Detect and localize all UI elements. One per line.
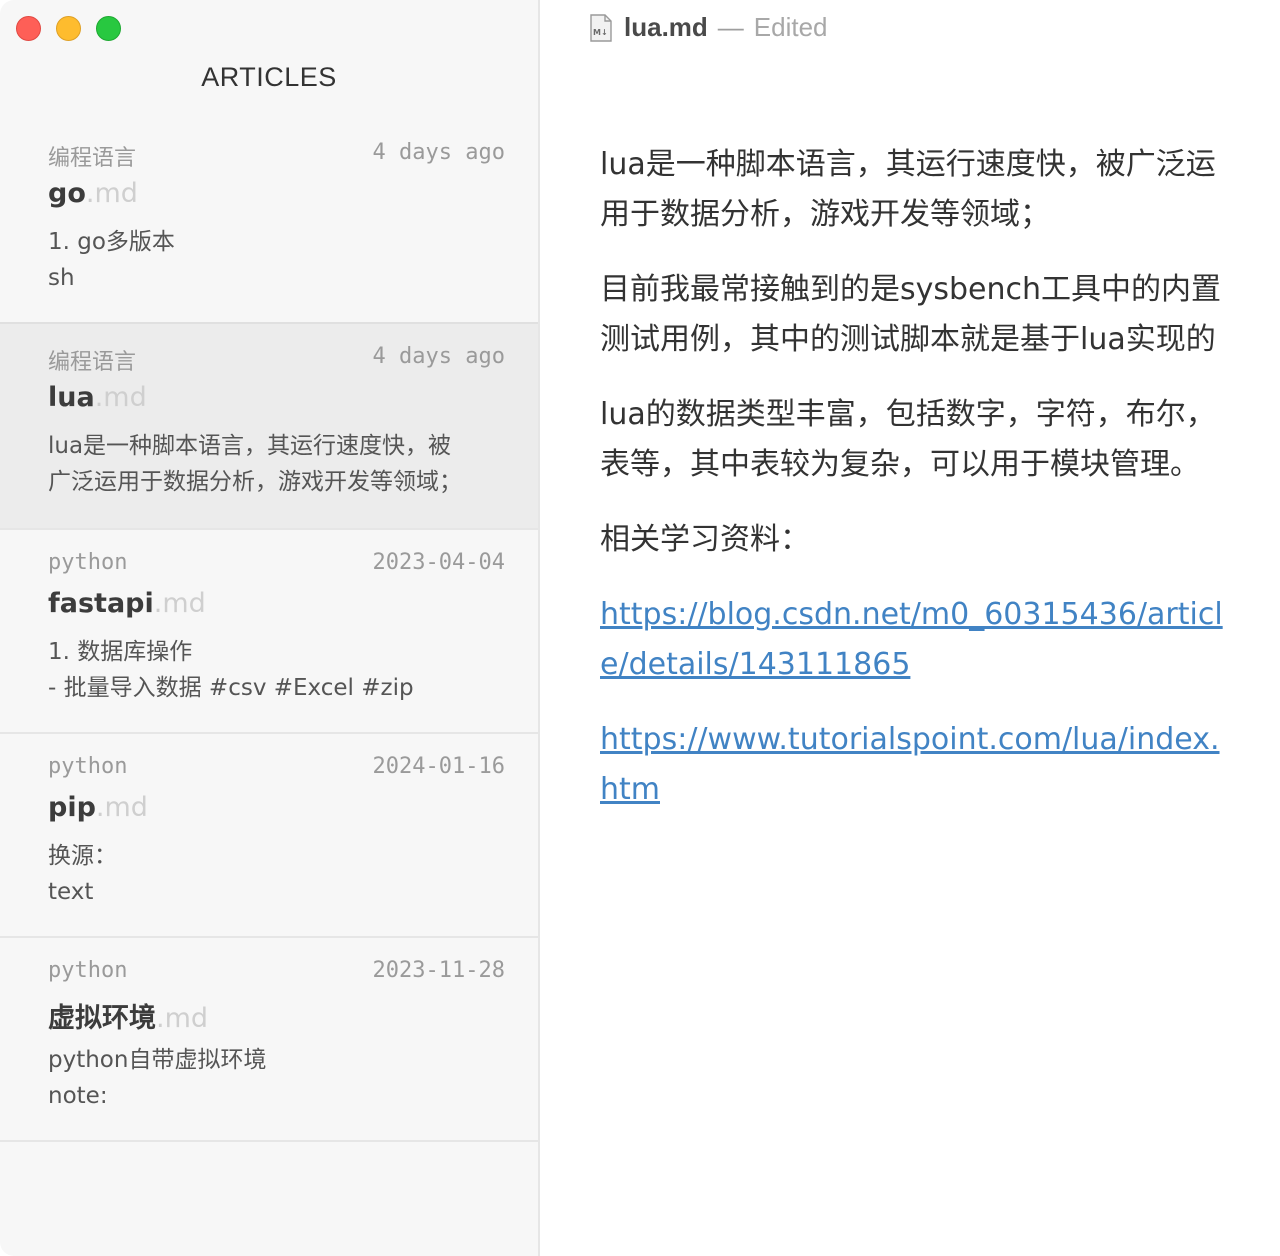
- article-item-selected[interactable]: 编程语言 4 days ago lua.md lua是一种脚本语言，其运行速度快…: [0, 322, 538, 530]
- article-extension: .md: [94, 382, 147, 413]
- link-paragraph: https://blog.csdn.net/m0_60315436/articl…: [600, 590, 1230, 690]
- paragraph: lua的数据类型丰富，包括数字，字符，布尔，表等，其中表较为复杂，可以用于模块管…: [600, 397, 1216, 482]
- article-list: 编程语言 4 days ago go.md 1. go多版本 sh 编程语言 4…: [0, 120, 538, 1142]
- article-preview: python自带虚拟环境 note:: [48, 1042, 508, 1114]
- document-status: Edited: [753, 11, 828, 42]
- article-category: python: [48, 550, 128, 575]
- title-separator: —: [717, 11, 744, 42]
- preview-line: - 批量导入数据 #csv #Excel #zip: [48, 675, 414, 701]
- sidebar: ARTICLES 编程语言 4 days ago go.md 1. go多版本 …: [0, 0, 540, 1256]
- editor-pane: M↓ lua.md — Edited lua是一种脚本语言，其运行速度快，被广泛…: [540, 0, 1280, 1256]
- article-extension: .md: [85, 178, 138, 209]
- article-date: 2023-11-28: [372, 958, 505, 983]
- close-window-button[interactable]: [16, 16, 41, 41]
- article-name: lua: [48, 382, 95, 413]
- article-category: python: [48, 958, 128, 983]
- article-title: go.md: [48, 178, 138, 209]
- article-preview: 1. go多版本 sh: [48, 224, 508, 296]
- article-preview: 换源： text: [48, 838, 508, 910]
- article-preview: 1. 数据库操作 - 批量导入数据 #csv #Excel #zip: [48, 634, 508, 706]
- article-title: pip.md: [48, 792, 148, 823]
- preview-line: 1. 数据库操作: [48, 639, 193, 665]
- minimize-window-button[interactable]: [56, 16, 81, 41]
- article-extension: .md: [95, 792, 148, 823]
- preview-line: 广泛运用于数据分析，游戏开发等领域；: [48, 469, 462, 495]
- preview-line: 1. go多版本: [48, 229, 175, 255]
- preview-line: lua是一种脚本语言，其运行速度快，被: [48, 433, 452, 459]
- article-name: pip: [48, 792, 96, 823]
- window-controls: [16, 16, 121, 41]
- article-date: 4 days ago: [372, 140, 505, 165]
- paragraph: 相关学习资料：: [600, 522, 810, 557]
- article-category: python: [48, 754, 128, 779]
- article-item[interactable]: python 2023-04-04 fastapi.md 1. 数据库操作 - …: [0, 530, 538, 734]
- preview-line: sh: [48, 265, 75, 291]
- article-category: 编程语言: [48, 350, 137, 375]
- app-window: ARTICLES 编程语言 4 days ago go.md 1. go多版本 …: [0, 0, 1280, 1256]
- link-csdn[interactable]: https://blog.csdn.net/m0_60315436/articl…: [600, 590, 1230, 690]
- document-titlebar: M↓ lua.md — Edited: [590, 12, 828, 42]
- preview-line: 换源：: [48, 843, 117, 869]
- article-date: 4 days ago: [372, 344, 505, 369]
- maximize-window-button[interactable]: [96, 16, 121, 41]
- article-title: 虚拟环境.md: [48, 996, 208, 1035]
- article-item[interactable]: python 2023-11-28 虚拟环境.md python自带虚拟环境 n…: [0, 938, 538, 1142]
- article-item[interactable]: python 2024-01-16 pip.md 换源： text: [0, 734, 538, 938]
- article-preview: lua是一种脚本语言，其运行速度快，被 广泛运用于数据分析，游戏开发等领域；: [48, 428, 508, 500]
- markdown-file-icon: M↓: [590, 14, 612, 42]
- article-date: 2023-04-04: [372, 550, 505, 575]
- svg-text:M↓: M↓: [593, 28, 608, 37]
- article-title: lua.md: [48, 382, 147, 413]
- article-name: fastapi: [48, 588, 154, 619]
- link-paragraph: https://www.tutorialspoint.com/lua/index…: [600, 715, 1230, 815]
- article-title: fastapi.md: [48, 588, 206, 619]
- preview-line: text: [48, 879, 94, 905]
- preview-line: note:: [48, 1083, 108, 1109]
- article-extension: .md: [153, 588, 206, 619]
- paragraph: 目前我最常接触到的是sysbench工具中的内置测试用例，其中的测试脚本就是基于…: [600, 272, 1222, 357]
- preview-line: python自带虚拟环境: [48, 1047, 267, 1073]
- article-name: go: [48, 178, 86, 209]
- article-item[interactable]: 编程语言 4 days ago go.md 1. go多版本 sh: [0, 120, 538, 324]
- article-extension: .md: [156, 1003, 209, 1034]
- article-date: 2024-01-16: [372, 754, 505, 779]
- link-tutorialspoint[interactable]: https://www.tutorialspoint.com/lua/index…: [600, 715, 1230, 815]
- article-category: 编程语言: [48, 146, 137, 171]
- sidebar-title: ARTICLES: [201, 62, 337, 92]
- document-name: lua.md: [624, 11, 708, 42]
- paragraph: lua是一种脚本语言，其运行速度快，被广泛运用于数据分析，游戏开发等领域；: [600, 147, 1216, 232]
- article-name: 虚拟环境: [48, 1003, 156, 1034]
- document-content[interactable]: lua是一种脚本语言，其运行速度快，被广泛运用于数据分析，游戏开发等领域； 目前…: [600, 140, 1230, 840]
